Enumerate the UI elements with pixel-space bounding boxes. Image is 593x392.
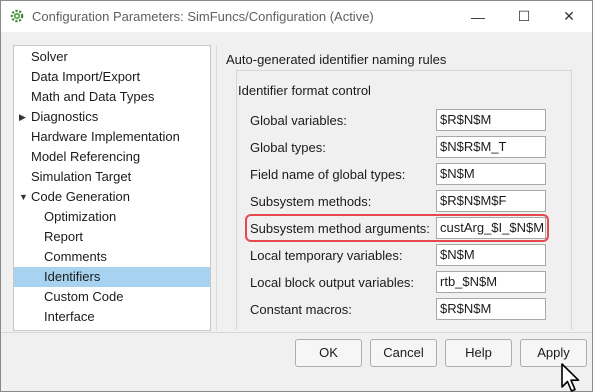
collapsed-arrow-icon[interactable]: ▶ [19,107,29,127]
dialog-body: Solver Data Import/Export Math and Data Ty… [1,32,592,392]
help-button[interactable]: Help [445,339,512,367]
tree-item-interface[interactable]: Interface [14,307,210,327]
identifier-format-field[interactable]: $N$M [436,163,546,185]
identifier-format-field[interactable]: $R$N$M [436,109,546,131]
section-title: Auto-generated identifier naming rules [226,52,447,67]
row-label: Global variables: [250,113,347,128]
tree-item-simulation-target[interactable]: Simulation Target [14,167,210,187]
mouse-pointer-icon [561,363,580,392]
tree-item-identifiers[interactable]: Identifiers [14,267,210,287]
tree-item-label: Data Import/Export [31,69,141,84]
tree-item-label: Report [44,229,84,244]
row-label: Field name of global types: [250,167,406,182]
window-title: Configuration Parameters: SimFuncs/Confi… [32,9,374,24]
title-bar[interactable]: Configuration Parameters: SimFuncs/Confi… [1,1,592,32]
close-button[interactable]: ✕ [546,1,592,32]
tree-item-label: Custom Code [44,289,124,304]
identifier-format-field[interactable]: $R$N$M [436,298,546,320]
row-label: Constant macros: [250,302,352,317]
row-label: Subsystem methods: [250,194,372,209]
highlight-box [245,214,549,242]
tree-item-label: Optimization [44,209,117,224]
tree-item-math-and-data-types[interactable]: Math and Data Types [14,87,210,107]
row-label: Global types: [250,140,326,155]
tree-item-optimization[interactable]: Optimization [14,207,210,227]
tree-item-label: Code Generation [31,189,131,204]
tree-item-comments[interactable]: Comments [14,247,210,267]
tree-item-solver[interactable]: Solver [14,47,210,67]
tree-item-model-referencing[interactable]: Model Referencing [14,147,210,167]
tree-item-label: Model Referencing [31,149,141,164]
category-tree[interactable]: Solver Data Import/Export Math and Data Ty… [13,45,211,331]
tree-item-hardware-implementation[interactable]: Hardware Implementation [14,127,210,147]
tree-item-label: Interface [44,309,95,324]
group-title: Identifier format control [238,83,371,98]
minimize-icon: — [471,8,485,25]
pane-divider[interactable] [216,45,217,331]
identifier-format-field[interactable]: rtb_$N$M [436,271,546,293]
tree-item-label: Diagnostics [31,109,99,124]
maximize-button[interactable]: ☐ [501,1,547,32]
tree-item-label: Hardware Implementation [31,129,180,144]
tree-item-label: Solver [31,49,68,64]
gear-icon [10,9,24,23]
tree-item-label: Simulation Target [31,169,132,184]
cancel-button[interactable]: Cancel [370,339,437,367]
identifier-format-field[interactable]: $R$N$M$F [436,190,546,212]
tree-item-label: Comments [44,249,107,264]
button-bar-divider [1,332,592,333]
tree-item-label: Math and Data Types [31,89,155,104]
tree-item-label: Identifiers [44,269,101,284]
row-label: Local block output variables: [250,275,415,290]
identifier-format-field[interactable]: $N$M [436,244,546,266]
tree-item-custom-code[interactable]: Custom Code [14,287,210,307]
identifier-format-field[interactable]: $N$R$M_T [436,136,546,158]
tree-item-code-generation[interactable]: ▼ Code Generation [14,187,210,207]
expanded-arrow-icon[interactable]: ▼ [19,187,29,207]
tree-item-diagnostics[interactable]: ▶ Diagnostics [14,107,210,127]
minimize-button[interactable]: — [455,1,501,32]
configuration-parameters-window: Configuration Parameters: SimFuncs/Confi… [0,0,593,392]
maximize-icon: ☐ [517,8,531,24]
ok-button[interactable]: OK [295,339,362,367]
row-label: Local temporary variables: [250,248,403,263]
tree-item-report[interactable]: Report [14,227,210,247]
tree-item-data-import-export[interactable]: Data Import/Export [14,67,210,87]
close-icon: ✕ [563,8,575,24]
